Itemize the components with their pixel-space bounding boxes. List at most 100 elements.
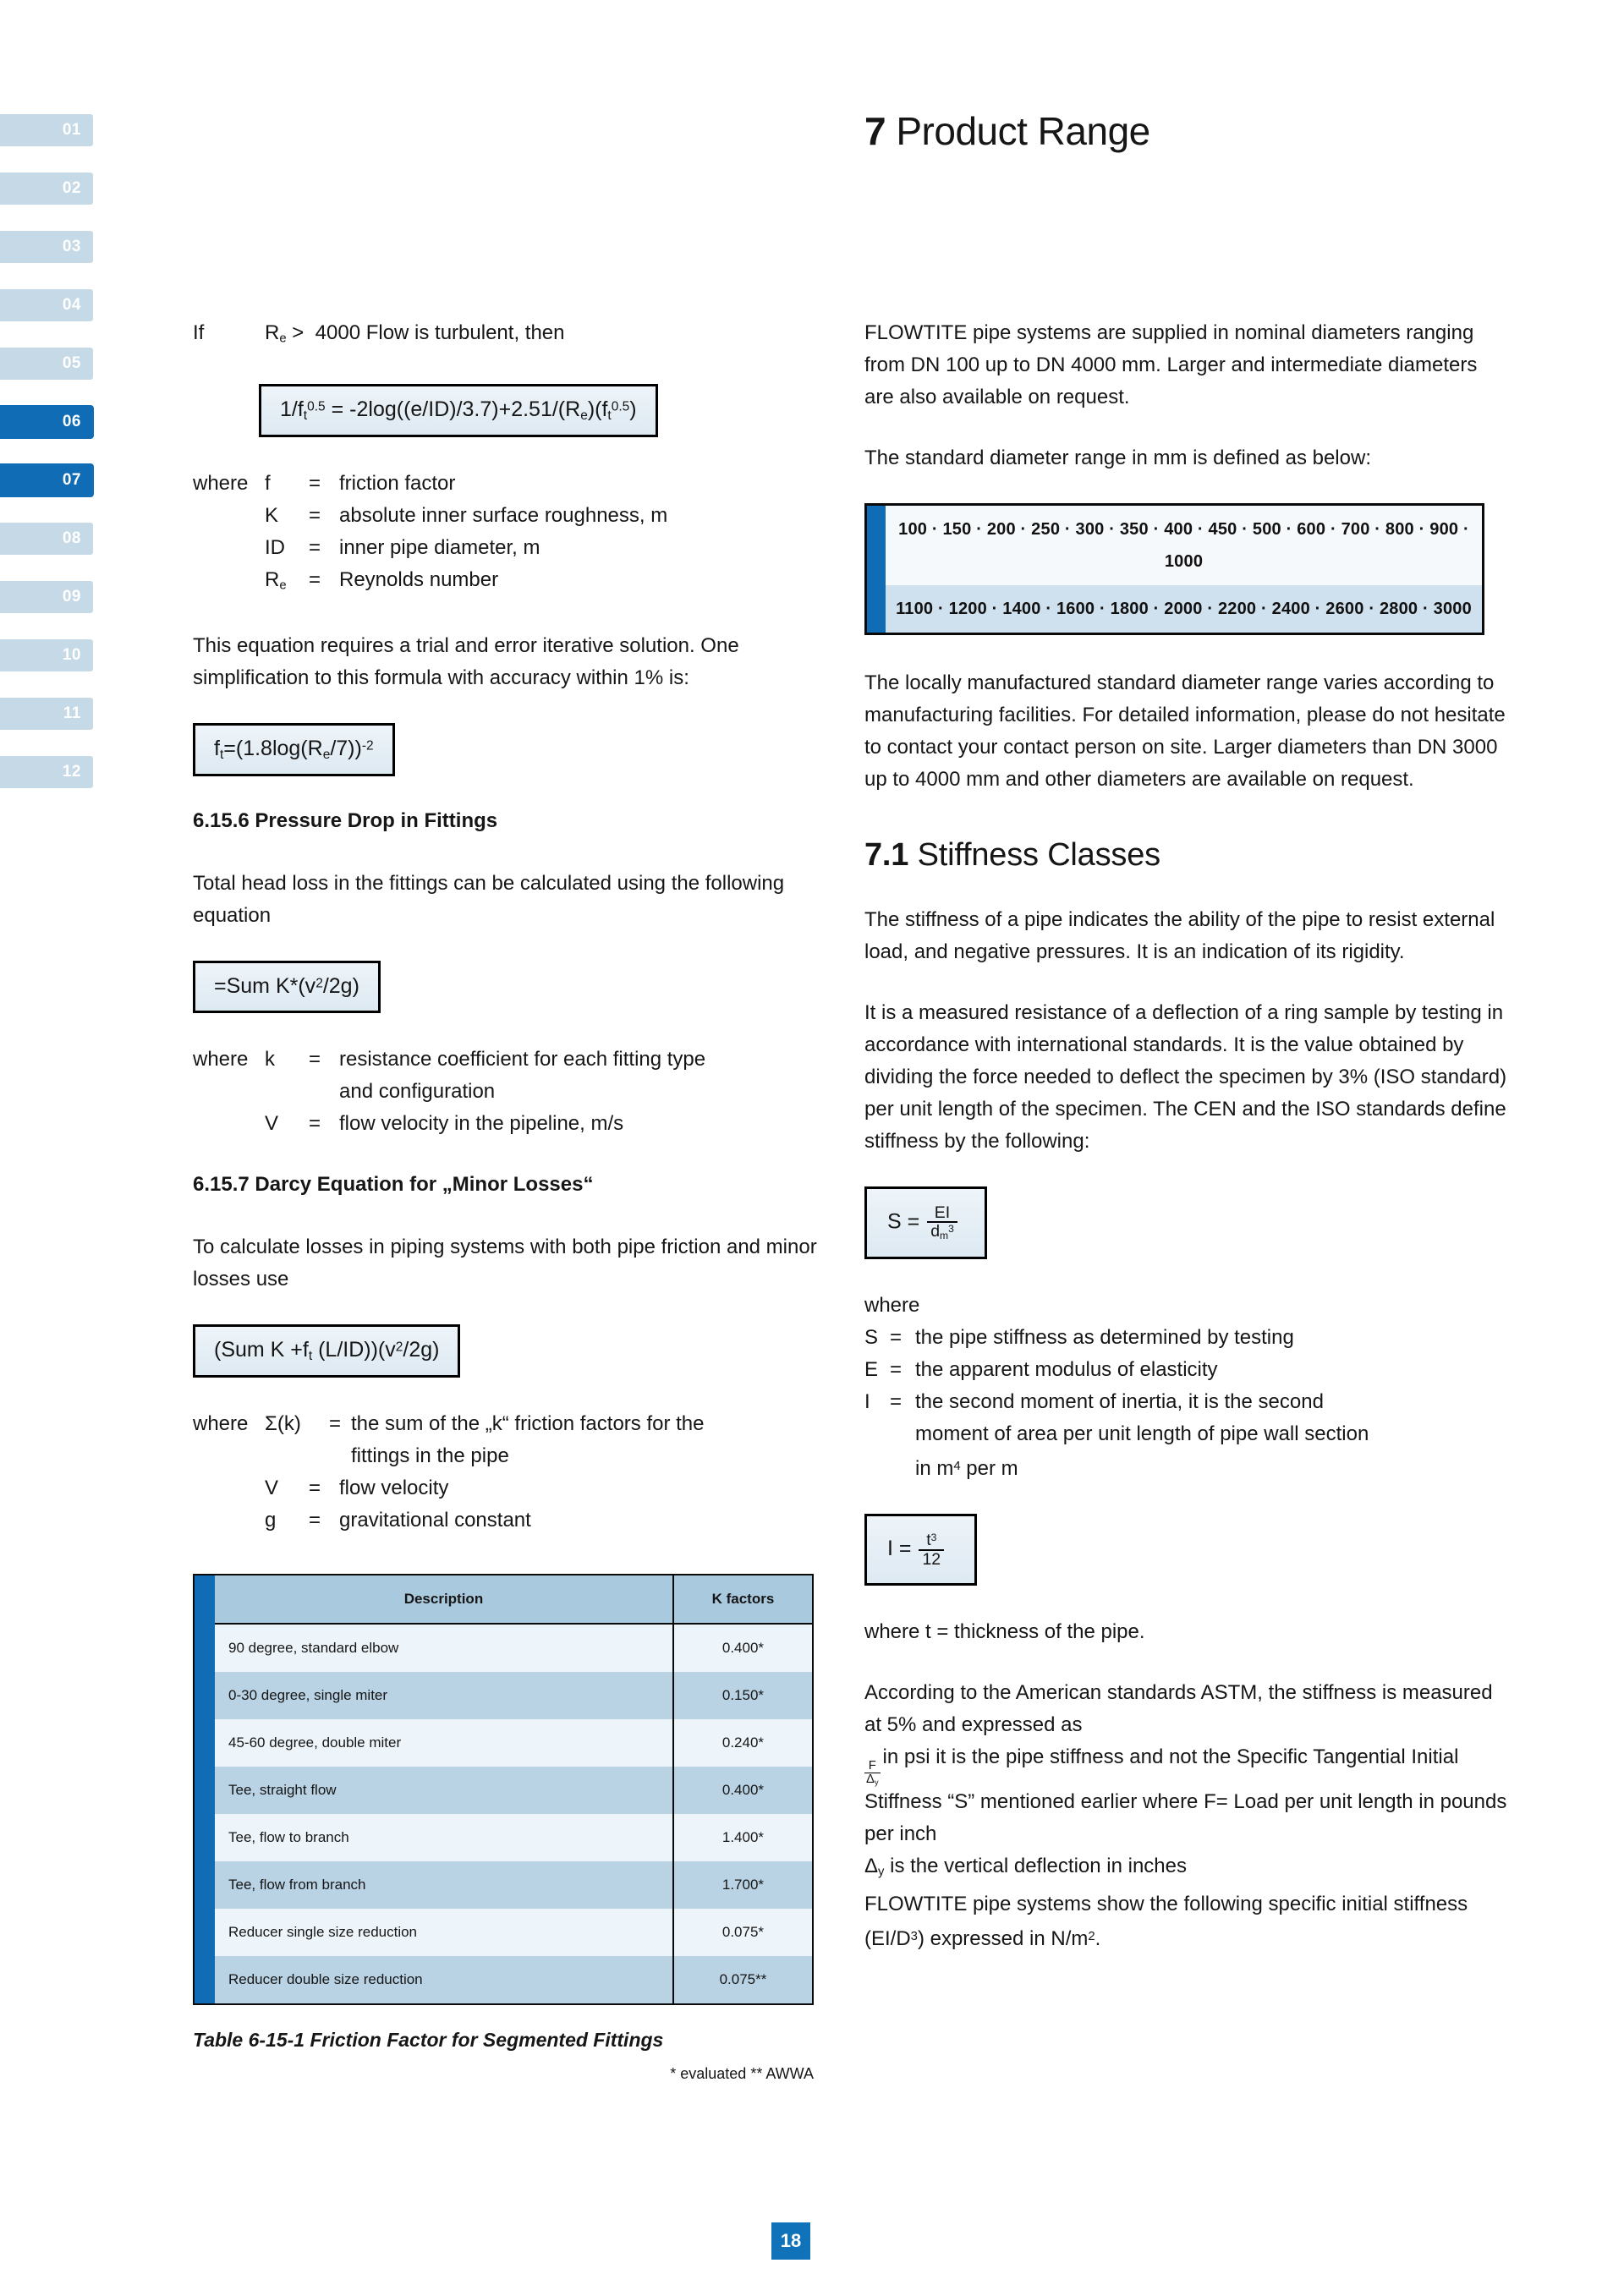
chapter-tab-04[interactable]: 04 [0, 289, 93, 321]
nomenclature-list-3: where Σ(k) = the sum of the „k“ friction… [193, 1408, 836, 1537]
where-label: where [864, 1294, 920, 1318]
definition-text: the apparent modulus of elasticity [915, 1358, 1218, 1382]
page-title: 7 Product Range [864, 108, 1150, 154]
k-factors-grid: Description K factors 90 degree, standar… [215, 1575, 812, 2003]
formula-inertia-wrap: I = t3 12 [864, 1514, 1507, 1586]
chapter-tab-10[interactable]: 10 [0, 639, 93, 671]
column-header-description: Description [215, 1575, 674, 1625]
nomenclature-list-2: where k = resistance coefficient for eac… [193, 1044, 836, 1140]
formula-pipe-stiffness: S = EI dm3 [864, 1186, 987, 1260]
definition-row: I = the second moment of inertia, it is … [864, 1386, 1507, 1418]
chapter-tab-rail: 01 02 03 04 05 06 07 08 09 10 11 12 [0, 114, 93, 814]
fraction-numerator: EI [934, 1203, 951, 1222]
definition-symbol: ID [265, 535, 285, 559]
chapter-tab-05[interactable]: 05 [0, 348, 93, 380]
chapter-tab-01[interactable]: 01 [0, 114, 93, 146]
definition-symbol: V [265, 1476, 279, 1499]
formula-lhs: S = [887, 1209, 920, 1234]
fraction-denominator: 12 [919, 1548, 945, 1568]
fraction-denominator: Δy [864, 1772, 881, 1787]
definition-symbol: S [864, 1326, 879, 1350]
fraction-numerator: t3 [926, 1531, 937, 1550]
heading-6-15-6: 6.15.6 Pressure Drop in Fittings [193, 809, 498, 833]
cell-k-factor: 0.075* [672, 1908, 812, 1956]
definition-equals: = [309, 471, 321, 495]
table-accent-bar [195, 1575, 215, 2003]
formula-stiffness-wrap: S = EI dm3 [864, 1186, 1507, 1260]
chapter-tab-11[interactable]: 11 [0, 698, 93, 730]
fraction-denominator: dm3 [927, 1221, 957, 1241]
definition-text: and configuration [339, 1079, 496, 1103]
definition-text: inner pipe diameter, m [339, 535, 540, 559]
left-column: If Re > 4000 Flow is turbulent, then 1/f… [193, 317, 836, 2090]
table-row: Tee, flow to branch 1.400* [215, 1813, 812, 1861]
formula-darcy-wrap: (Sum K +ft (L/ID))(v2/2g) [193, 1323, 836, 1378]
paragraph-thickness: where t = thickness of the pipe. [864, 1620, 1145, 1644]
definition-symbol: g [265, 1508, 277, 1532]
definition-text: resistance coefficient for each fitting … [339, 1047, 706, 1071]
paragraph-stiffness-definition: The stiffness of a pipe indicates the ab… [864, 908, 1495, 963]
cell-k-factor: 0.400* [672, 1623, 812, 1672]
table-row: Tee, flow from branch 1.700* [215, 1860, 812, 1909]
where-label: where [193, 1411, 249, 1435]
chapter-tab-08[interactable]: 08 [0, 523, 93, 555]
table-caption: Table 6-15-1 Friction Factor for Segment… [193, 2028, 664, 2051]
chapter-tab-02[interactable]: 02 [0, 173, 93, 205]
table-row: 45-60 degree, double miter 0.240* [215, 1718, 812, 1767]
table-header-row: Description K factors [215, 1575, 812, 1625]
paragraph-standard-range-intro: The standard diameter range in mm is def… [864, 447, 1371, 469]
cell-k-factor: 0.075** [672, 1955, 812, 2003]
definition-row: where f = friction factor [193, 468, 836, 500]
paragraph-locally-manufactured: The locally manufactured standard diamet… [864, 671, 1506, 791]
formula-simplified-wrap: ft=(1.8log(Re/7))-2 [193, 723, 836, 777]
stiffness-nomenclature-list: where S = the pipe stiffness as determin… [864, 1290, 1507, 1485]
definition-text: absolute inner surface roughness, m [339, 503, 668, 527]
definition-text: Reynolds number [339, 567, 499, 591]
astm-continuation-text: in psi it is the pipe stiffness and not … [864, 1745, 1507, 1846]
definition-equals: = [329, 1411, 342, 1435]
definition-row-continuation: fittings in the pipe [193, 1440, 836, 1472]
definition-symbol: Re [265, 567, 287, 593]
heading-7-1-title: Stiffness Classes [908, 837, 1161, 873]
definition-symbol: V [265, 1111, 279, 1135]
definition-row-continuation: in m4 per m [864, 1450, 1507, 1485]
table-body: 90 degree, standard elbow 0.400* 0-30 degr… [215, 1623, 812, 2003]
paragraph-deflection: Δy is the vertical deflection in inches [864, 1855, 1187, 1880]
page-title-text: Product Range [886, 109, 1150, 153]
heading-6-15-7: 6.15.7 Darcy Equation for „Minor Losses“ [193, 1172, 594, 1196]
cell-description: Reducer single size reduction [215, 1908, 674, 1956]
definition-row: where Σ(k) = the sum of the „k“ friction… [193, 1408, 836, 1440]
definition-row: Re = Reynolds number [193, 564, 836, 602]
diameter-row-small: 100 · 150 · 200 · 250 · 300 · 350 · 400 … [886, 506, 1482, 585]
table-row: 0-30 degree, single miter 0.150* [215, 1671, 812, 1719]
definition-row: V = flow velocity [193, 1472, 836, 1504]
formula-sum-k-wrap: =Sum K*(v2/2g) [193, 961, 836, 1013]
paragraph-darcy-intro: To calculate losses in piping systems wi… [193, 1235, 817, 1290]
chapter-tab-07[interactable]: 07 [0, 464, 93, 496]
definition-text: the pipe stiffness as determined by test… [915, 1326, 1294, 1350]
paragraph-astm-intro: According to the American standards ASTM… [864, 1681, 1493, 1737]
definition-equals: = [890, 1358, 903, 1382]
definition-equals: = [890, 1326, 903, 1350]
definition-equals: = [309, 1476, 321, 1499]
nomenclature-list-1: where f = friction factor K = absolute i… [193, 468, 836, 602]
formula-sum-k: =Sum K*(v2/2g) [193, 961, 381, 1013]
cell-description: Tee, flow to branch [215, 1813, 674, 1861]
chapter-tab-12[interactable]: 12 [0, 756, 93, 788]
fraction-t3-over-12: t3 12 [919, 1531, 945, 1568]
definition-row: S = the pipe stiffness as determined by … [864, 1322, 1507, 1354]
fraction-F-over-delta-y: F Δy [864, 1760, 881, 1786]
definition-equals: = [309, 1047, 321, 1071]
cell-description: Tee, straight flow [215, 1766, 674, 1814]
turbulent-expression: Re > 4000 Flow is turbulent, then [265, 321, 565, 346]
definition-symbol: Σ(k) [265, 1411, 301, 1435]
chapter-tab-09[interactable]: 09 [0, 581, 93, 613]
cell-k-factor: 1.400* [672, 1813, 812, 1861]
chapter-tab-03[interactable]: 03 [0, 231, 93, 263]
paragraph-head-loss: Total head loss in the fittings can be c… [193, 872, 785, 928]
table-footnote: * evaluated ** AWWA [670, 2064, 814, 2082]
definition-text: the sum of the „k“ friction factors for … [351, 1411, 705, 1435]
cell-description: Tee, flow from branch [215, 1860, 674, 1909]
formula-colebrook: 1/ft0.5 = -2log((e/ID)/3.7)+2.51/(Re)(ft… [259, 383, 658, 437]
chapter-tab-06[interactable]: 06 [0, 406, 93, 438]
